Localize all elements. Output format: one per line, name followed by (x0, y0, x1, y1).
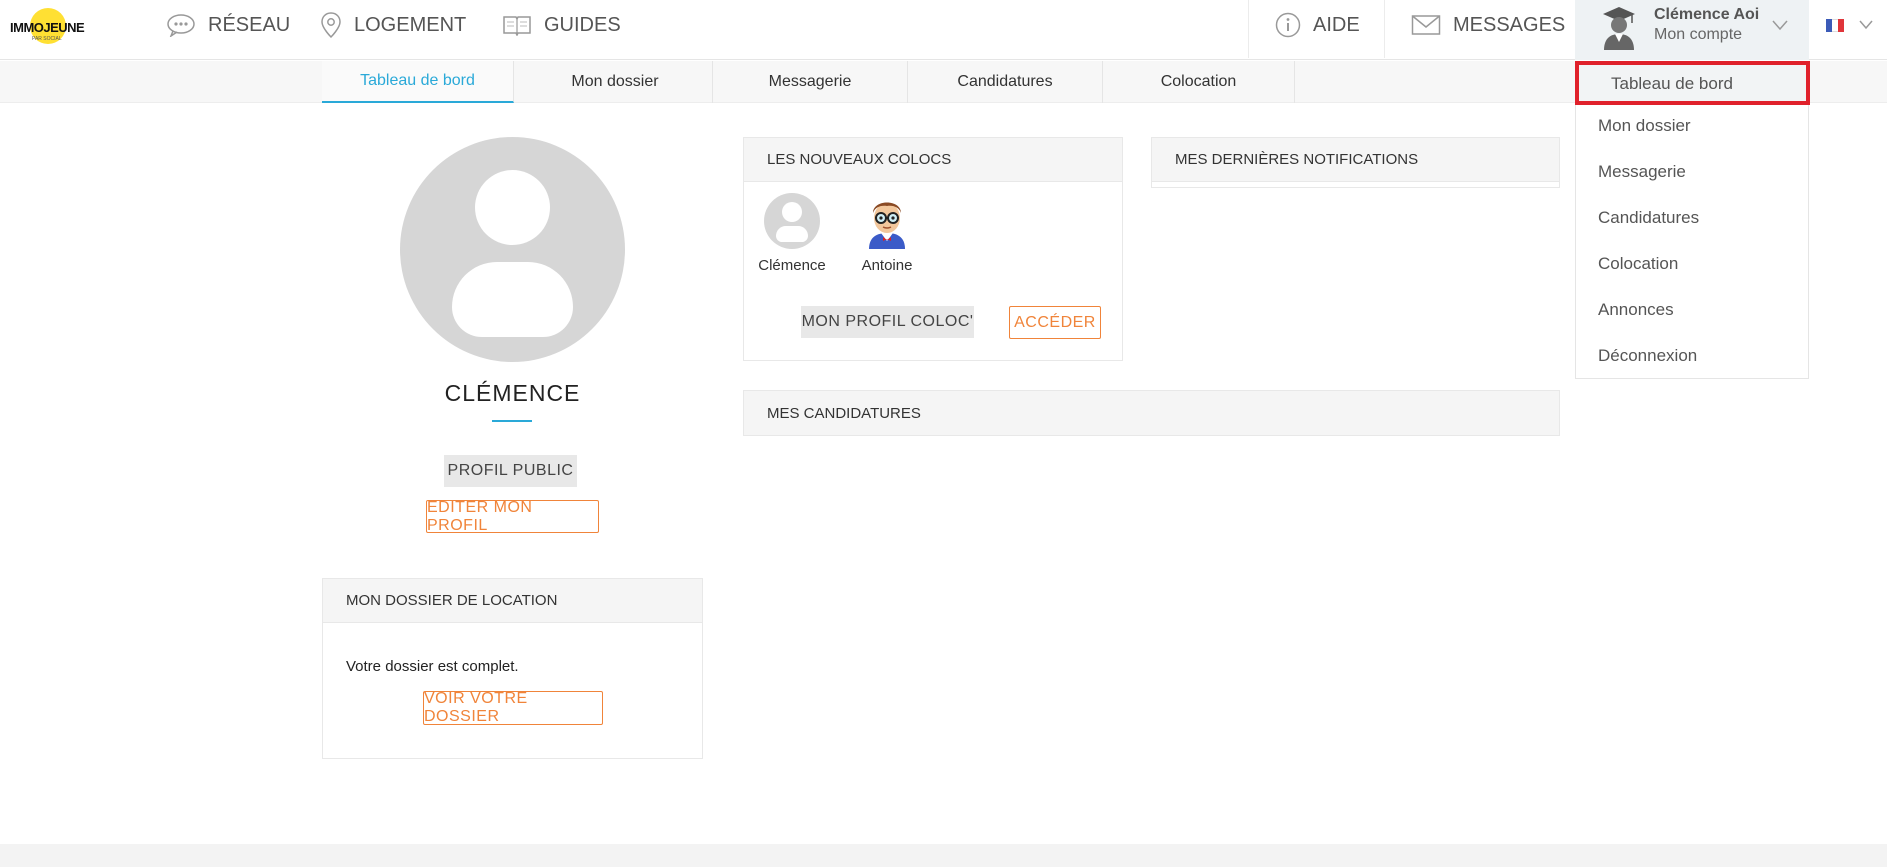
view-dossier-button[interactable]: VOIR VOTRE DOSSIER (423, 690, 603, 725)
new-colocs-panel: LES NOUVEAUX COLOCS Clémence Antoine MON… (743, 137, 1123, 361)
profile-name-underline (492, 420, 532, 422)
menu-item-candidatures[interactable]: Candidatures (1598, 208, 1699, 228)
envelope-icon (1411, 15, 1441, 35)
nav-reseau[interactable]: RÉSEAU (166, 0, 290, 50)
tab-colocation[interactable]: Colocation (1103, 61, 1295, 103)
coloc-member[interactable]: Antoine (852, 193, 922, 274)
coloc-profile-button[interactable]: MON PROFIL COLOC' (801, 306, 974, 338)
dossier-status-text: Votre dossier est complet. (346, 658, 519, 675)
rental-dossier-title: MON DOSSIER DE LOCATION (323, 579, 702, 623)
menu-item-tableau-de-bord-label: Tableau de bord (1611, 74, 1733, 93)
account-name: Clémence Aoi (1654, 6, 1760, 23)
tab-messagerie[interactable]: Messagerie (713, 61, 908, 103)
language-flag-icon[interactable] (1826, 19, 1844, 32)
menu-item-deconnexion[interactable]: Déconnexion (1598, 346, 1697, 366)
edit-profile-button[interactable]: EDITER MON PROFIL (426, 499, 599, 534)
menu-item-mon-dossier[interactable]: Mon dossier (1598, 116, 1691, 136)
header-divider (1384, 0, 1385, 58)
notifications-panel: MES DERNIÈRES NOTIFICATIONS (1151, 137, 1560, 188)
candidatures-panel: MES CANDIDATURES (743, 390, 1560, 436)
nav-guides-label: GUIDES (544, 13, 621, 36)
nav-logement[interactable]: LOGEMENT (320, 0, 466, 50)
nav-aide-label: AIDE (1313, 13, 1360, 36)
account-menu-toggle[interactable]: Clémence Aoi Mon compte (1575, 0, 1809, 60)
avatar-head (475, 170, 550, 245)
public-profile-button[interactable]: PROFIL PUBLIC (444, 455, 577, 487)
info-icon (1275, 12, 1301, 38)
notifications-title: MES DERNIÈRES NOTIFICATIONS (1152, 138, 1559, 182)
menu-item-tableau-de-bord[interactable]: Tableau de bord (1575, 61, 1810, 105)
access-button[interactable]: ACCÉDER (1009, 306, 1101, 339)
coloc-member-name: Antoine (861, 257, 913, 274)
nav-messages[interactable]: MESSAGES (1411, 0, 1565, 50)
chevron-down-icon[interactable] (1858, 18, 1874, 32)
header-divider (1248, 0, 1249, 58)
default-avatar-icon (764, 193, 820, 249)
graduate-avatar-icon (1603, 7, 1635, 50)
tab-candidatures[interactable]: Candidatures (908, 61, 1103, 103)
new-colocs-title: LES NOUVEAUX COLOCS (744, 138, 1122, 182)
logo-text: IMMOJEUNE (10, 20, 85, 35)
candidatures-title: MES CANDIDATURES (744, 391, 1559, 435)
chat-bubble-icon (167, 14, 195, 37)
nav-logement-label: LOGEMENT (354, 13, 467, 36)
nav-guides[interactable]: GUIDES (502, 0, 621, 50)
cartoon-avatar-icon (869, 202, 905, 249)
nav-aide[interactable]: AIDE (1275, 0, 1360, 50)
logo-tagline: PAR SOCIAL (32, 36, 62, 42)
profile-avatar (400, 137, 625, 362)
menu-item-annonces[interactable]: Annonces (1598, 300, 1674, 320)
profile-name: CLÉMENCE (444, 380, 581, 406)
immojeune-logo[interactable]: IMMOJEUNE PAR SOCIAL (10, 6, 90, 50)
nav-messages-label: MESSAGES (1453, 13, 1566, 36)
tab-mon-dossier[interactable]: Mon dossier (518, 61, 713, 103)
coloc-member[interactable]: Clémence (757, 193, 827, 274)
tab-tableau-de-bord[interactable]: Tableau de bord (322, 61, 514, 103)
account-subtitle: Mon compte (1654, 26, 1743, 43)
top-header: IMMOJEUNE PAR SOCIAL RÉSEAU LOGEMENT GUI… (0, 0, 1887, 60)
avatar-body (452, 262, 573, 337)
footer-strip (0, 844, 1887, 867)
menu-item-colocation[interactable]: Colocation (1598, 254, 1678, 274)
nav-reseau-label: RÉSEAU (208, 13, 291, 36)
chevron-down-icon (1772, 20, 1788, 31)
book-icon (503, 16, 531, 36)
coloc-member-name: Clémence (758, 257, 826, 274)
menu-item-messagerie[interactable]: Messagerie (1598, 162, 1686, 182)
account-dropdown-menu: Mon dossier Messagerie Candidatures Colo… (1575, 61, 1809, 379)
map-pin-icon (321, 12, 341, 39)
rental-dossier-panel: MON DOSSIER DE LOCATION Votre dossier es… (322, 578, 703, 759)
